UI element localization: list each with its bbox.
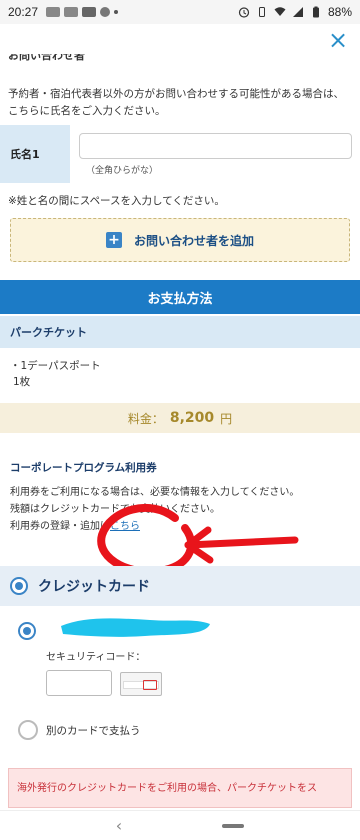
- price-bar: 料金： 8,200 円: [0, 403, 360, 433]
- overseas-card-warning: 海外発行のクレジットカードをご利用の場合、パークチケットをス: [8, 768, 352, 808]
- ticket-quantity: 1枚: [13, 376, 31, 388]
- price-label: 料金：: [127, 411, 164, 426]
- other-card-option[interactable]: 別のカードで支払う: [18, 720, 141, 740]
- system-nav-bar: ‹: [0, 810, 360, 840]
- other-card-radio[interactable]: [18, 720, 38, 740]
- corporate-line3: 利用券の登録・追加はこちら: [10, 518, 350, 535]
- security-code-label: セキュリティコード：: [46, 652, 146, 663]
- status-right: 88%: [238, 5, 352, 19]
- status-bar: 20:27 88%: [0, 0, 360, 24]
- credit-card-option[interactable]: クレジットカード: [0, 566, 360, 606]
- wifi-icon: [274, 7, 286, 16]
- notification-icons: [46, 7, 119, 17]
- other-card-label: 別のカードで支払う: [46, 724, 141, 737]
- credit-card-label: クレジットカード: [38, 579, 150, 595]
- youtube-icon: [82, 7, 97, 17]
- close-icon: ×: [327, 26, 349, 54]
- battery-percent: 88%: [327, 5, 352, 19]
- name-hint: （全角ひらがな）: [86, 166, 159, 176]
- corporate-description: 利用券をご利用になる場合は、必要な情報を入力してください。 残額はクレジットカー…: [10, 484, 350, 535]
- section-heading: お問い合わせ者: [8, 54, 85, 62]
- payment-header: お支払方法: [0, 280, 360, 314]
- cvv-highlight-box: [143, 680, 157, 690]
- top-bar: ×: [0, 24, 360, 56]
- price-unit: 円: [220, 411, 233, 426]
- close-button[interactable]: ×: [326, 26, 350, 54]
- add-inquirer-label: お問い合わせ者を追加: [133, 233, 254, 248]
- card-back-illustration: [120, 672, 162, 696]
- add-inquirer-button[interactable]: + お問い合わせ者を追加: [10, 218, 350, 262]
- inquiry-description: 予約者・宿泊代表者以外の方がお問い合わせする可能性がある場合は、こちらに氏名をご…: [8, 88, 344, 117]
- corporate-line2: 残額はクレジットカードでお支払いください。: [10, 504, 220, 515]
- notification-icon: [64, 7, 79, 17]
- vibrate-icon: [258, 7, 265, 17]
- ticket-name: ・1デーパスポート: [10, 360, 101, 372]
- play-icon: [100, 7, 111, 17]
- redaction-mark: [61, 618, 210, 637]
- security-code-input[interactable]: [46, 670, 112, 696]
- notification-icon: [46, 7, 61, 17]
- signal-icon: [292, 7, 303, 17]
- dot-icon: [114, 10, 119, 14]
- ticket-info: ・1デーパスポート 1枚: [10, 358, 101, 390]
- corporate-line3-prefix: 利用券の登録・追加は: [10, 521, 110, 532]
- battery-icon: [312, 6, 319, 18]
- plus-icon: +: [105, 232, 122, 248]
- name-row: 氏名1 （全角ひらがな）: [0, 125, 360, 183]
- name-label: 氏名1: [0, 125, 70, 183]
- name-input[interactable]: [79, 133, 352, 159]
- credit-card-radio[interactable]: [10, 577, 28, 595]
- corporate-line1: 利用券をご利用になる場合は、必要な情報を入力してください。: [10, 487, 300, 498]
- alarm-icon: [238, 7, 250, 18]
- corporate-title: コーポレートプログラム利用券: [10, 462, 157, 474]
- park-ticket-label: パークチケット: [0, 316, 360, 348]
- space-note: ※姓と名の間にスペースを入力してください。: [8, 195, 225, 207]
- back-icon[interactable]: ‹: [116, 816, 122, 835]
- price-value: 8,200: [169, 410, 215, 426]
- saved-card-block: セキュリティコード：: [0, 606, 360, 716]
- corporate-register-link[interactable]: こちら: [110, 521, 140, 532]
- saved-card-radio[interactable]: [18, 622, 36, 640]
- home-pill-icon[interactable]: [222, 823, 245, 828]
- status-time: 20:27: [8, 5, 39, 19]
